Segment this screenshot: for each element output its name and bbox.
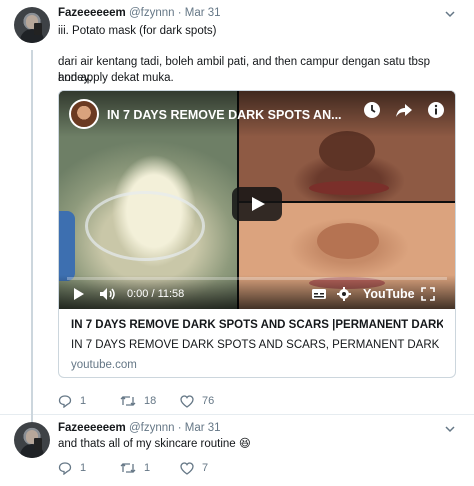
video-time: 0:00 / 11:58 [127, 288, 185, 300]
link-card[interactable]: IN 7 DAYS REMOVE DARK SPOTS AN... 0:00 /… [58, 90, 456, 378]
gear-icon[interactable] [337, 287, 351, 301]
retweet-count: 1 [144, 462, 151, 474]
reply-count: 1 [80, 395, 87, 407]
reply-button[interactable]: 1 [58, 461, 120, 475]
like-icon [180, 461, 194, 475]
avatar[interactable] [14, 422, 50, 458]
tweet[interactable]: Fazeeeeeem @fzynnn · Mar 31 and thats al… [0, 414, 474, 486]
info-icon[interactable] [427, 101, 445, 119]
video-title-overlay[interactable]: IN 7 DAYS REMOVE DARK SPOTS AN... [107, 108, 342, 122]
tweet-text-line: iii. Potato mask (for dark spots) [58, 25, 217, 37]
handle-date[interactable]: @fzynnn · Mar 31 [129, 422, 221, 434]
share-icon[interactable] [395, 101, 413, 119]
tweet-text-line: and apply dekat muka. [58, 72, 174, 84]
handle-date[interactable]: @fzynnn · Mar 31 [129, 7, 221, 19]
retweet-icon [120, 463, 136, 473]
captions-icon[interactable] [311, 287, 327, 301]
retweet-count: 18 [144, 395, 157, 407]
play-icon[interactable] [73, 287, 85, 301]
display-name[interactable]: Fazeeeeeem [58, 7, 126, 19]
progress-bar[interactable] [67, 277, 447, 280]
tweet-header: Fazeeeeeem @fzynnn · Mar 31 [58, 422, 221, 434]
play-icon[interactable] [232, 187, 282, 221]
card-info[interactable]: IN 7 DAYS REMOVE DARK SPOTS AND SCARS |P… [71, 317, 443, 373]
video-player[interactable]: IN 7 DAYS REMOVE DARK SPOTS AN... 0:00 /… [59, 91, 455, 309]
caret-down-icon[interactable] [444, 423, 456, 435]
youtube-logo[interactable]: YouTube [363, 287, 415, 301]
clock-icon[interactable] [363, 101, 381, 119]
tweet-header: Fazeeeeeem @fzynnn · Mar 31 [58, 7, 221, 19]
thread-line [31, 414, 33, 422]
fullscreen-icon[interactable] [421, 287, 435, 301]
display-name[interactable]: Fazeeeeeem [58, 422, 126, 434]
retweet-button[interactable]: 1 [120, 461, 180, 475]
reply-icon [58, 395, 72, 408]
card-description: IN 7 DAYS REMOVE DARK SPOTS AND SCARS, P… [71, 339, 443, 351]
reply-count: 1 [80, 462, 87, 474]
volume-icon[interactable] [99, 287, 117, 301]
avatar[interactable] [14, 7, 50, 43]
channel-avatar[interactable] [69, 99, 99, 129]
reply-button[interactable]: 1 [58, 394, 120, 408]
like-count: 76 [202, 395, 215, 407]
retweet-button[interactable]: 18 [120, 394, 180, 408]
tweet-actions: 1 18 76 [58, 394, 214, 408]
like-count: 7 [202, 462, 209, 474]
tweet[interactable]: Fazeeeeeem @fzynnn · Mar 31 iii. Potato … [0, 0, 474, 414]
card-title[interactable]: IN 7 DAYS REMOVE DARK SPOTS AND SCARS |P… [71, 317, 443, 333]
like-button[interactable]: 76 [180, 394, 215, 408]
like-icon [180, 394, 194, 408]
card-domain[interactable]: youtube.com [71, 357, 443, 373]
tweet-text: and thats all of my skincare routine 😆 [58, 438, 251, 450]
retweet-icon [120, 396, 136, 406]
tweet-actions: 1 1 7 [58, 461, 208, 475]
video-controls: 0:00 / 11:58 YouTube [59, 275, 455, 309]
thread-line [31, 50, 33, 414]
like-button[interactable]: 7 [180, 461, 209, 475]
reply-icon [58, 462, 72, 475]
caret-down-icon[interactable] [444, 8, 456, 20]
